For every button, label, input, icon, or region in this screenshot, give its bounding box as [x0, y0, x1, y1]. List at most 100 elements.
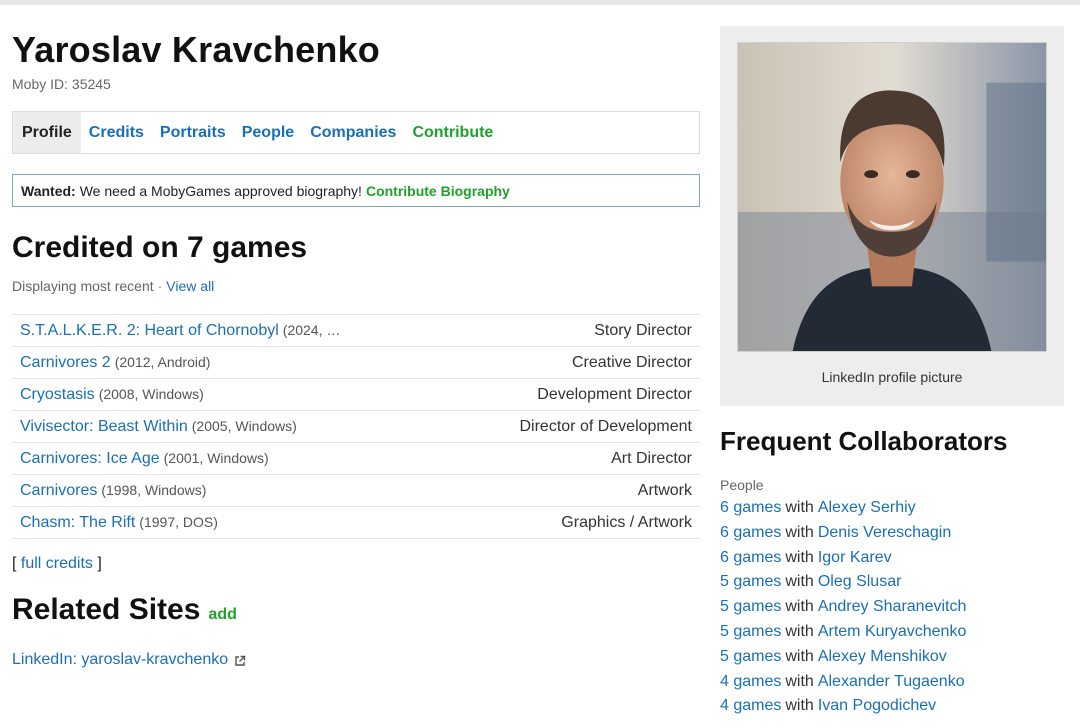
tab-credits[interactable]: Credits: [81, 112, 152, 153]
collab-person-link[interactable]: Denis Vereschagin: [818, 524, 951, 541]
view-all-link[interactable]: View all: [166, 278, 214, 294]
collab-games-link[interactable]: 6 games: [720, 499, 781, 516]
game-cell: Cryostasis (2008, Windows): [20, 386, 204, 404]
displaying-line: Displaying most recent · View all: [12, 278, 700, 294]
with-text: with: [785, 647, 814, 665]
game-meta: (2001, Windows): [163, 449, 269, 466]
role: Story Director: [594, 321, 692, 339]
profile-photo-link[interactable]: [737, 42, 1047, 352]
list-item: 6 games with Igor Karev: [720, 546, 1064, 571]
collab-person-link[interactable]: Ivan Pogodichev: [818, 697, 936, 714]
credited-heading: Credited on 7 games: [12, 231, 308, 264]
collaborators-subheading: People: [720, 477, 764, 493]
with-text: with: [785, 598, 814, 616]
related-sites-title: Related Sites: [12, 593, 201, 626]
related-site-item: LinkedIn: yaroslav-kravchenko: [12, 651, 700, 669]
list-item: 5 games with Alexey Menshikov: [720, 645, 1064, 670]
tab-companies[interactable]: Companies: [302, 112, 404, 153]
collab-games-link[interactable]: 5 games: [720, 623, 781, 640]
list-item: 6 games with Denis Vereschagin: [720, 521, 1064, 546]
collab-games-link[interactable]: 5 games: [720, 598, 781, 615]
person-name: Yaroslav Kravchenko: [12, 29, 381, 70]
external-link-icon: [234, 654, 246, 666]
add-related-site-link[interactable]: add: [208, 606, 236, 624]
role: Development Director: [537, 385, 692, 403]
game-meta: (1998, Windows): [101, 481, 207, 498]
collab-games-link[interactable]: 4 games: [720, 697, 781, 714]
game-cell: S.T.A.L.K.E.R. 2: Heart of Chornobyl (202…: [20, 322, 340, 340]
game-meta: (2005, Windows): [191, 417, 297, 434]
game-link[interactable]: Vivisector: Beast Within: [20, 418, 188, 435]
collaborators-heading: Frequent Collaborators: [720, 426, 1008, 456]
role: Art Director: [611, 449, 692, 467]
game-cell: Carnivores 2 (2012, Android): [20, 354, 210, 372]
tab-people[interactable]: People: [234, 112, 302, 153]
collab-person-link[interactable]: Alexey Serhiy: [818, 499, 916, 516]
photo-caption: LinkedIn profile picture: [821, 369, 963, 385]
profile-tabs: Profile Credits Portraits People Compani…: [12, 111, 700, 154]
table-row: Carnivores 2 (2012, Android) Creative Dir…: [12, 347, 700, 379]
table-row: Carnivores (1998, Windows) Artwork: [12, 475, 700, 507]
with-text: with: [785, 672, 814, 690]
moby-id: Moby ID: 35245: [12, 76, 111, 92]
full-credits-line: [ full credits ]: [12, 555, 700, 573]
separator-dot: ·: [157, 278, 163, 294]
full-credits-link[interactable]: full credits: [21, 555, 93, 572]
game-link[interactable]: Carnivores: [20, 482, 97, 499]
game-meta: (2008, Windows): [98, 385, 204, 402]
with-text: with: [785, 499, 814, 516]
collab-games-link[interactable]: 6 games: [720, 524, 781, 541]
collab-games-link[interactable]: 6 games: [720, 549, 781, 566]
game-cell: Chasm: The Rift (1997, DOS): [20, 514, 218, 532]
wanted-label: Wanted:: [21, 182, 76, 199]
game-cell: Carnivores: Ice Age (2001, Windows): [20, 450, 269, 468]
table-row: Cryostasis (2008, Windows) Development Di…: [12, 379, 700, 411]
game-link[interactable]: Cryostasis: [20, 386, 95, 403]
list-item: 6 games with Alexey Serhiy: [720, 496, 1064, 521]
table-row: Chasm: The Rift (1997, DOS) Graphics / Ar…: [12, 507, 700, 539]
displaying-text: Displaying most recent: [12, 278, 154, 294]
contribute-biography-link[interactable]: Contribute Biography: [366, 183, 510, 199]
tab-portraits[interactable]: Portraits: [152, 112, 234, 153]
bracket-close: ]: [97, 555, 102, 572]
collab-person-link[interactable]: Alexey Menshikov: [818, 648, 947, 665]
tab-profile[interactable]: Profile: [13, 112, 81, 153]
list-item: 5 games with Oleg Slusar: [720, 570, 1064, 595]
game-link[interactable]: Carnivores: Ice Age: [20, 450, 160, 467]
wanted-biography-notice: Wanted: We need a MobyGames approved bio…: [12, 174, 700, 207]
sidebar: LinkedIn profile picture Frequent Collab…: [720, 26, 1064, 719]
game-meta: (1997, DOS): [139, 513, 218, 530]
table-row: Vivisector: Beast Within (2005, Windows) …: [12, 411, 700, 443]
role: Director of Development: [519, 417, 692, 435]
with-text: with: [785, 548, 814, 566]
wanted-text: We need a MobyGames approved biography!: [79, 182, 362, 199]
game-link[interactable]: Carnivores 2: [20, 354, 111, 371]
main-column: Yaroslav Kravchenko Moby ID: 35245 Profi…: [12, 28, 700, 669]
collab-games-link[interactable]: 5 games: [720, 573, 781, 590]
game-link[interactable]: S.T.A.L.K.E.R. 2: Heart of Chornobyl: [20, 322, 279, 339]
collab-person-link[interactable]: Artem Kuryavchenko: [818, 623, 967, 640]
top-bar: [0, 0, 1080, 5]
related-sites-heading: Related Sites add: [12, 593, 700, 627]
linkedin-link[interactable]: LinkedIn: yaroslav-kravchenko: [12, 651, 228, 669]
collab-person-link[interactable]: Igor Karev: [818, 549, 892, 566]
photo-panel: LinkedIn profile picture: [720, 26, 1064, 406]
game-meta: (2012, Android): [114, 353, 211, 370]
game-cell: Vivisector: Beast Within (2005, Windows): [20, 418, 297, 436]
collab-games-link[interactable]: 4 games: [720, 673, 781, 690]
tab-contribute[interactable]: Contribute: [404, 112, 501, 153]
with-text: with: [785, 697, 814, 715]
bracket-open: [: [12, 555, 17, 572]
with-text: with: [785, 573, 814, 591]
collab-person-link[interactable]: Andrey Sharanevitch: [818, 598, 967, 615]
collab-person-link[interactable]: Alexander Tugaenko: [818, 673, 965, 690]
profile-photo: [737, 42, 1047, 352]
table-row: Carnivores: Ice Age (2001, Windows) Art D…: [12, 443, 700, 475]
collaborators-list: 6 games with Alexey Serhiy 6 games with Deni…: [720, 496, 1064, 719]
game-link[interactable]: Chasm: The Rift: [20, 514, 135, 531]
list-item: 5 games with Andrey Sharanevitch: [720, 595, 1064, 620]
list-item: 4 games with Alexander Tugaenko: [720, 670, 1064, 695]
collab-person-link[interactable]: Oleg Slusar: [818, 573, 902, 590]
role: Artwork: [637, 481, 692, 499]
collab-games-link[interactable]: 5 games: [720, 648, 781, 665]
